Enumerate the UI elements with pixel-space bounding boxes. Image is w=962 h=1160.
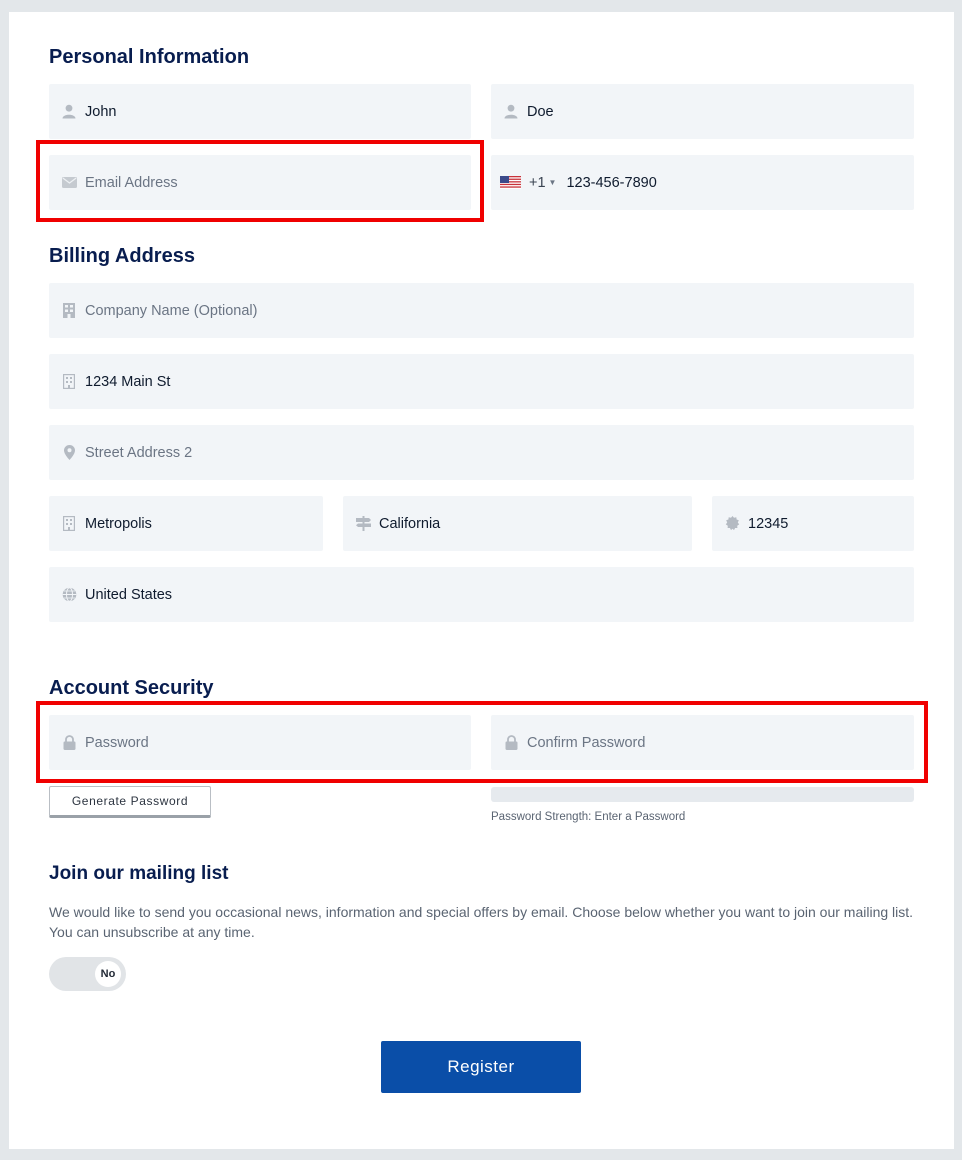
first-name-field[interactable]: John xyxy=(49,84,471,139)
country-field[interactable]: United States xyxy=(49,567,914,622)
zip-value: 12345 xyxy=(748,515,789,532)
state-value: California xyxy=(379,515,441,532)
generate-password-button[interactable]: Generate Password xyxy=(49,786,211,818)
country-code-selector[interactable]: +1 ▼ xyxy=(500,175,556,191)
section-title-security: Account Security xyxy=(49,677,214,699)
lock-icon xyxy=(503,735,519,751)
envelope-icon xyxy=(61,175,77,191)
city-value: Metropolis xyxy=(85,515,152,532)
email-field[interactable]: Email Address xyxy=(49,155,471,210)
street-address-2-field[interactable]: Street Address 2 xyxy=(49,425,914,480)
lock-icon xyxy=(61,735,77,751)
registration-form-card: Personal Information John Doe Email Addr… xyxy=(9,12,954,1149)
confirm-password-field[interactable]: Confirm Password xyxy=(491,715,914,770)
section-title-billing: Billing Address xyxy=(49,245,195,267)
toggle-knob: No xyxy=(95,961,121,987)
register-button[interactable]: Register xyxy=(381,1041,581,1093)
last-name-value: Doe xyxy=(527,103,554,120)
user-icon xyxy=(503,104,519,120)
building-icon xyxy=(61,303,77,319)
password-field[interactable]: Password xyxy=(49,715,471,770)
company-placeholder: Company Name (Optional) xyxy=(85,302,258,319)
city-field[interactable]: Metropolis xyxy=(49,496,323,551)
password-placeholder: Password xyxy=(85,734,149,751)
phone-number-value: 123-456-7890 xyxy=(566,174,657,191)
password-strength-text: Password Strength: Enter a Password xyxy=(491,811,686,823)
signpost-icon xyxy=(355,516,371,532)
password-strength-bar xyxy=(491,787,914,802)
first-name-value: John xyxy=(85,103,117,120)
mailing-list-toggle[interactable]: No xyxy=(49,957,126,991)
mailing-description: We would like to send you occasional new… xyxy=(49,904,914,940)
last-name-field[interactable]: Doe xyxy=(491,84,914,139)
globe-icon xyxy=(61,587,77,603)
company-field[interactable]: Company Name (Optional) xyxy=(49,283,914,338)
state-field[interactable]: California xyxy=(343,496,692,551)
map-pin-icon xyxy=(61,445,77,461)
us-flag-icon xyxy=(500,176,521,189)
chevron-down-icon: ▼ xyxy=(548,178,557,187)
street-address-field[interactable]: 1234 Main St xyxy=(49,354,914,409)
street-address-value: 1234 Main St xyxy=(85,373,171,390)
user-icon xyxy=(61,104,77,120)
phone-field[interactable]: +1 ▼ 123-456-7890 xyxy=(491,155,914,210)
zip-field[interactable]: 12345 xyxy=(712,496,914,551)
section-title-mailing: Join our mailing list xyxy=(49,863,229,884)
badge-icon xyxy=(724,516,740,532)
building-icon xyxy=(61,374,77,390)
country-value: United States xyxy=(85,586,173,603)
street-address-2-placeholder: Street Address 2 xyxy=(85,444,193,461)
confirm-password-placeholder: Confirm Password xyxy=(527,734,646,751)
building-icon xyxy=(61,516,77,532)
phone-code: +1 xyxy=(529,174,546,191)
email-placeholder: Email Address xyxy=(85,174,178,191)
section-title-personal: Personal Information xyxy=(49,46,250,68)
